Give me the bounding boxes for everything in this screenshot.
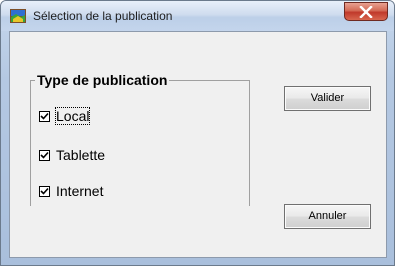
checkmark-icon (40, 187, 49, 195)
checkbox-tablette-label[interactable]: Tablette (56, 147, 105, 163)
app-icon (10, 9, 26, 23)
checkmark-icon (40, 112, 49, 120)
window-title: Sélection de la publication (33, 9, 173, 23)
checkmark-icon (40, 151, 49, 159)
checkbox-local-box[interactable] (39, 110, 50, 122)
group-box-title: Type de publication (35, 72, 170, 88)
checkbox-local-label[interactable]: Local (54, 107, 91, 125)
checkbox-internet-label[interactable]: Internet (56, 183, 103, 199)
checkbox-internet-box[interactable] (39, 185, 50, 197)
close-icon (359, 6, 373, 18)
checkbox-tablette[interactable]: Tablette (39, 147, 105, 163)
checkbox-tablette-box[interactable] (39, 149, 50, 161)
close-button[interactable] (344, 2, 388, 21)
cancel-button[interactable]: Annuler (284, 204, 371, 229)
checkbox-local[interactable]: Local (39, 107, 91, 125)
checkbox-internet[interactable]: Internet (39, 183, 103, 199)
title-bar[interactable]: Sélection de la publication (1, 1, 394, 31)
validate-button[interactable]: Valider (284, 86, 371, 111)
